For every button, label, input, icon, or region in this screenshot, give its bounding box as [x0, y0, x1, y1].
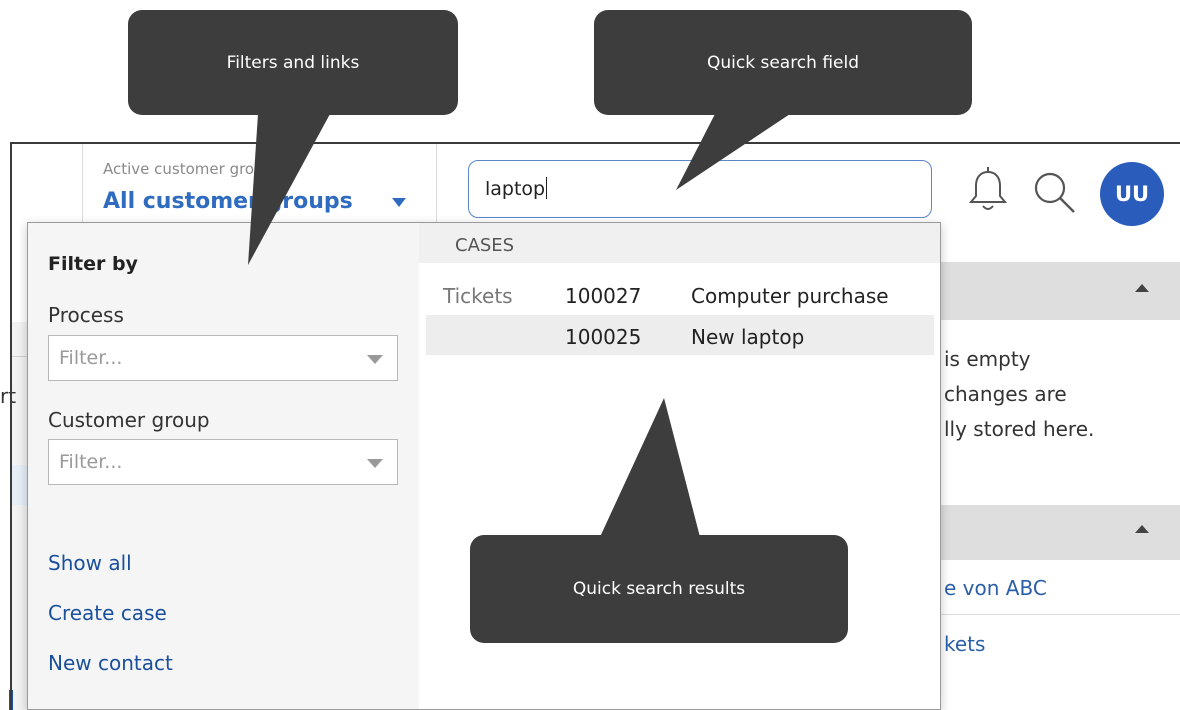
header-divider [82, 144, 83, 224]
panel-divider [940, 614, 1180, 615]
empty-text-line: lly stored here. [944, 417, 1095, 441]
show-all-link[interactable]: Show all [48, 551, 132, 575]
callout-filters: Filters and links [128, 10, 458, 115]
process-filter-placeholder: Filter... [59, 347, 123, 369]
customer-group-filter-label: Customer group [48, 408, 210, 432]
filter-title: Filter by [48, 253, 138, 275]
result-id[interactable]: 100025 [565, 325, 641, 349]
customer-group-selector[interactable]: All customer groups [103, 189, 353, 214]
caret-down-icon[interactable] [392, 198, 406, 207]
result-title[interactable]: New laptop [691, 325, 804, 349]
cases-section-label: CASES [455, 235, 515, 256]
results-section-header: CASES [419, 223, 940, 263]
empty-text-line: is empty [944, 347, 1031, 371]
result-id[interactable]: 100027 [565, 284, 641, 308]
result-row-highlight [426, 315, 934, 355]
panel-header[interactable] [940, 505, 1180, 560]
panel-header[interactable] [940, 262, 1180, 320]
customer-group-filter-select[interactable]: Filter... [48, 439, 398, 485]
callout-search-results: Quick search results [470, 535, 848, 643]
caret-down-icon[interactable] [367, 355, 383, 364]
header-divider [436, 144, 437, 224]
chevron-up-icon[interactable] [1135, 284, 1149, 292]
result-title[interactable]: Computer purchase [691, 284, 889, 308]
new-contact-link[interactable]: New contact [48, 651, 173, 675]
left-text-fragment: rt [0, 384, 17, 408]
left-sidebar-highlight [12, 465, 28, 505]
quick-search-input[interactable]: laptop [468, 160, 932, 218]
app-left-border [10, 142, 12, 710]
empty-text-line: changes are [944, 382, 1067, 406]
left-sidebar-divider [12, 356, 28, 357]
create-case-link[interactable]: Create case [48, 601, 167, 625]
panel-link[interactable]: e von ABC [944, 576, 1047, 600]
user-avatar[interactable]: UU [1100, 162, 1164, 226]
chevron-up-icon[interactable] [1135, 525, 1149, 533]
customer-group-filter-placeholder: Filter... [59, 451, 123, 473]
left-sidebar-strip [12, 322, 28, 710]
callout-search-field: Quick search field [594, 10, 972, 115]
bell-icon[interactable] [968, 166, 1008, 214]
caret-down-icon[interactable] [367, 459, 383, 468]
customer-group-label: Active customer group [103, 160, 274, 178]
process-label: Process [48, 303, 124, 327]
app-top-border [12, 142, 1180, 144]
result-category-label: Tickets [443, 284, 513, 308]
filter-panel: Filter by Process Filter... Customer gro… [28, 223, 419, 709]
quick-search-value: laptop [485, 177, 548, 200]
panel-link[interactable]: kets [944, 632, 985, 656]
search-icon[interactable] [1032, 170, 1076, 214]
process-filter-select[interactable]: Filter... [48, 335, 398, 381]
